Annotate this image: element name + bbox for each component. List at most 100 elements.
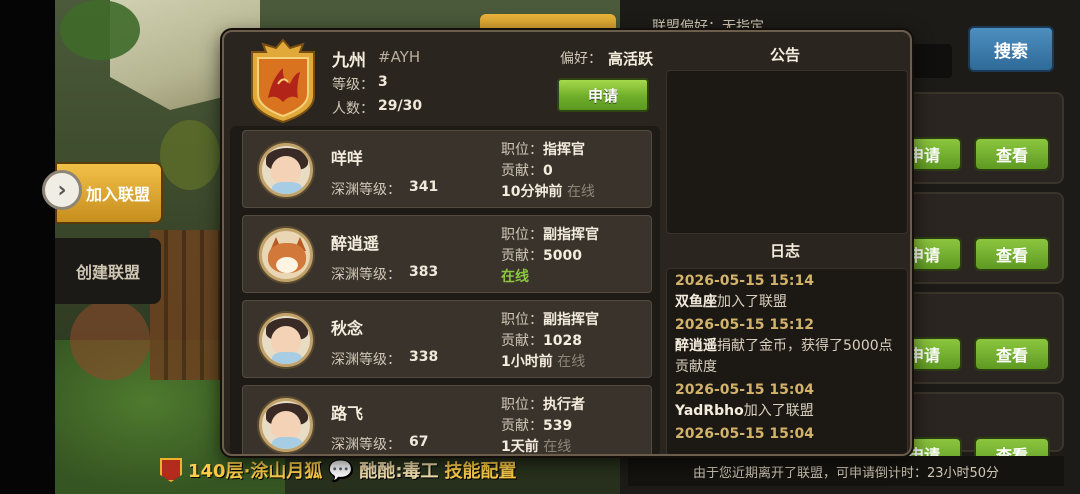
bush (160, 120, 220, 190)
member-row[interactable]: 咩咩 深渊等级： 341 职位：指挥官 贡献：0 10分钟前 在线 (242, 130, 652, 208)
guild-name: 九州 (332, 51, 366, 71)
member-name: 秋念 (331, 319, 364, 338)
member-last-seen: 1小时前 (501, 354, 553, 370)
guild-members-label: 人数： (332, 101, 374, 117)
chat-user-text: 酏酏:毒工 (359, 461, 439, 482)
world-chat-ticker[interactable]: 140层·涂山月狐 💬 酏酏:毒工 技能配置 (160, 455, 630, 485)
member-name: 醉逍遥 (331, 234, 380, 253)
log-actor: 双鱼座 (675, 294, 717, 310)
apply-cooldown-notice: 由于您近期离开了联盟，可申请倒计时：23小时50分 (628, 456, 1064, 486)
log-actor: 醉逍遥 (675, 338, 717, 354)
join-alliance-label: 加入联盟 (85, 185, 150, 204)
alliance-view-button[interactable]: 查看 (974, 137, 1050, 171)
log-timestamp: 2026-05-15 15:04 (675, 382, 814, 398)
search-button[interactable]: 搜索 (968, 26, 1054, 72)
member-row[interactable]: 醉逍遥 深渊等级： 383 职位：副指挥官 贡献：5000 在线 (242, 215, 652, 293)
create-alliance-button[interactable]: 创建联盟 (55, 238, 161, 304)
member-status-line: 1小时前 在线 (501, 351, 585, 371)
member-contrib-line: 贡献：0 (501, 160, 553, 180)
member-list[interactable]: 咩咩 深渊等级： 341 职位：指挥官 贡献：0 10分钟前 在线 醉逍遥 深渊… (230, 126, 660, 455)
apply-button[interactable]: 申请 (557, 78, 649, 112)
member-status-line: 10分钟前 在线 (501, 181, 595, 201)
member-contribution: 5000 (543, 248, 582, 264)
log-actor: YadRbho (675, 403, 744, 419)
member-avatar (259, 143, 313, 197)
member-role-line: 职位：副指挥官 (501, 309, 599, 329)
log-timestamp: 2026-05-15 15:14 (675, 273, 814, 289)
member-avatar (259, 228, 313, 282)
guild-level: 3 (378, 74, 388, 90)
announcement-box (666, 70, 908, 234)
member-status: 在线 (501, 269, 529, 285)
log-timestamp: 2026-05-15 15:12 (675, 317, 814, 333)
log-text: 加入了联盟 (743, 403, 814, 419)
alliance-detail-modal: 九州 #AYH 等级： 3 人数： 29/30 偏好： 高活跃 申请 咩咩 深渊… (222, 30, 912, 456)
member-abyss-label: 深渊等级： (331, 437, 401, 453)
member-status-line: 在线 (501, 266, 529, 286)
member-role: 副指挥官 (543, 227, 599, 243)
member-name: 咩咩 (331, 149, 364, 168)
log-list[interactable]: 2026-05-15 15:14 双鱼座加入了联盟 2026-05-15 15:… (666, 268, 908, 454)
log-title: 日志 (770, 242, 801, 260)
member-abyss-level: 338 (409, 349, 439, 365)
member-contrib-line: 贡献：539 (501, 415, 572, 435)
alliance-view-button[interactable]: 查看 (974, 337, 1050, 371)
guild-tag: #AYH (378, 48, 421, 66)
member-abyss-level: 67 (409, 434, 429, 450)
member-last-seen: 1天前 (501, 439, 539, 455)
left-black-bar (0, 0, 55, 494)
member-row[interactable]: 秋念 深渊等级： 338 职位：副指挥官 贡献：1028 1小时前 在线 (242, 300, 652, 378)
guild-header: 九州 #AYH 等级： 3 人数： 29/30 偏好： 高活跃 申请 (224, 32, 660, 126)
member-role-label: 职位： (501, 227, 543, 243)
shield-icon (160, 458, 182, 482)
log-text: 加入了联盟 (717, 294, 787, 310)
log-timestamp: 2026-05-15 15:04 (675, 426, 814, 442)
member-contrib-line: 贡献：1028 (501, 330, 582, 350)
announcement-title: 公告 (770, 46, 801, 64)
chat-tail-text: 技能配置 (444, 461, 517, 482)
member-contrib-label: 贡献： (501, 248, 543, 264)
log-message: YadRbho加入了联盟 (675, 401, 899, 422)
member-role-label: 职位： (501, 142, 543, 158)
member-status-line: 1天前 在线 (501, 436, 572, 455)
member-role-label: 职位： (501, 397, 543, 413)
member-row[interactable]: 路飞 深渊等级： 67 职位：执行者 贡献：539 1天前 在线 (242, 385, 652, 455)
member-role: 执行者 (543, 397, 585, 413)
bush (60, 0, 140, 60)
log-message: 双鱼座加入了联盟 (675, 292, 899, 313)
member-contribution: 1028 (543, 333, 582, 349)
member-abyss-level: 341 (409, 179, 439, 195)
creature-silhouette (70, 300, 150, 380)
chat-message-text: 140层·涂山月狐 (188, 461, 323, 482)
speech-bubble-icon: 💬 (328, 458, 354, 482)
member-role: 指挥官 (543, 142, 585, 158)
guild-emblem-icon (251, 38, 315, 124)
member-role-line: 职位：副指挥官 (501, 224, 599, 244)
member-abyss-label: 深渊等级： (331, 352, 401, 368)
log-message: 醉逍遥捐献了金币，获得了5000点贡献度 (675, 336, 899, 378)
member-role-line: 职位：指挥官 (501, 139, 585, 159)
member-contrib-label: 贡献： (501, 418, 543, 434)
guild-member-count: 29/30 (378, 98, 423, 114)
member-avatar (259, 313, 313, 367)
member-avatar (259, 398, 313, 452)
guild-level-label: 等级： (332, 77, 374, 93)
alliance-view-button[interactable]: 查看 (974, 237, 1050, 271)
member-contribution: 0 (543, 163, 553, 179)
member-status: 在线 (543, 439, 572, 455)
member-abyss-label: 深渊等级： (331, 182, 401, 198)
chevron-right-icon[interactable]: › (42, 170, 82, 210)
member-contribution: 539 (543, 418, 573, 434)
member-role-label: 职位： (501, 312, 543, 328)
member-status: 在线 (566, 184, 595, 200)
member-role: 副指挥官 (543, 312, 599, 328)
member-status: 在线 (557, 354, 586, 370)
member-contrib-line: 贡献：5000 (501, 245, 582, 265)
member-abyss-label: 深渊等级： (331, 267, 401, 283)
guild-preference-label: 偏好： (560, 51, 602, 67)
member-last-seen: 10分钟前 (501, 184, 563, 200)
guild-preference: 高活跃 (608, 50, 654, 68)
member-role-line: 职位：执行者 (501, 394, 585, 414)
member-name: 路飞 (331, 404, 364, 423)
member-contrib-label: 贡献： (501, 333, 543, 349)
